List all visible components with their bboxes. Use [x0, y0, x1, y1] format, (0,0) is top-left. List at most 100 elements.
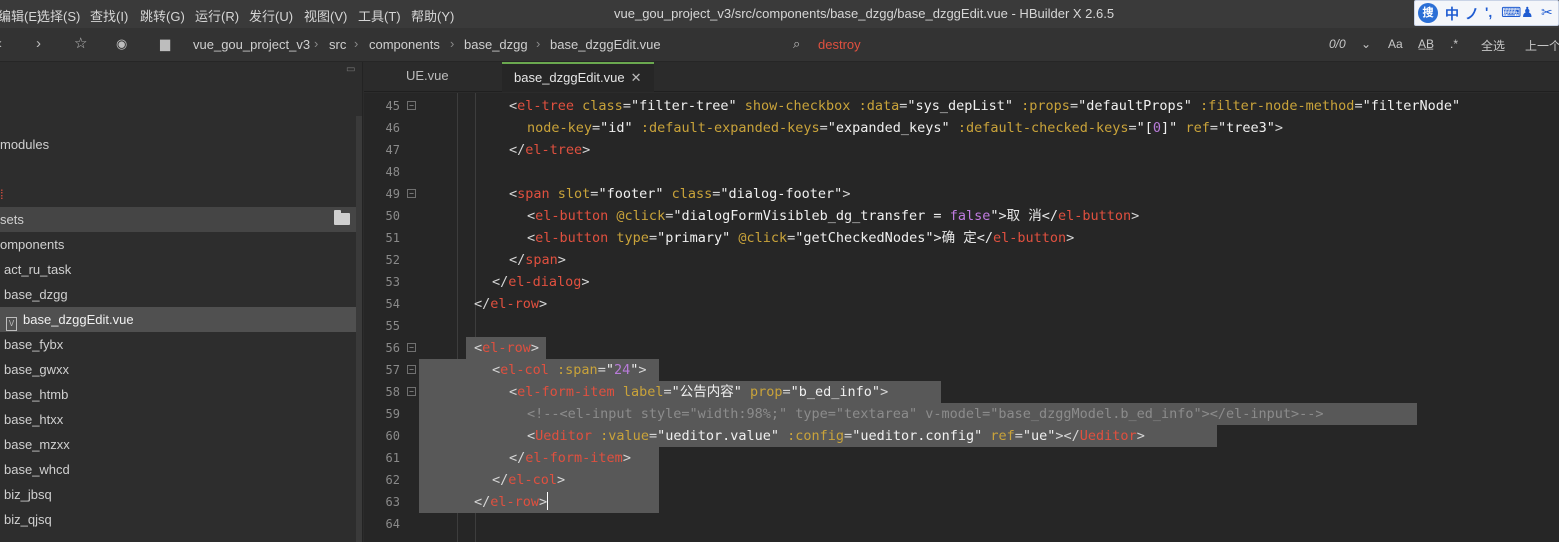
project-explorer: ▭ modules ⁞ sets omponents act_ru_task b… [0, 62, 363, 542]
ime-chinese-mode[interactable]: 中 [1445, 4, 1459, 24]
code-token: "ueditor.config" [852, 428, 983, 444]
tab-ue-vue[interactable]: UE.vue [406, 62, 449, 92]
menu-tools[interactable]: 工具(T) [358, 6, 401, 25]
code-token: = [844, 428, 853, 444]
code-line[interactable]: 62 </el-col> [364, 469, 1559, 491]
code-editor[interactable]: 45− <el-tree class="filter-tree" show-che… [364, 93, 1559, 542]
code-line[interactable]: 63 </el-row> [364, 491, 1559, 513]
ime-moon-icon[interactable]: ノ [1465, 4, 1479, 24]
menu-goto[interactable]: 跳转(G) [140, 6, 185, 25]
code-line[interactable]: 45− <el-tree class="filter-tree" show-che… [364, 95, 1559, 117]
fold-toggle-icon[interactable]: − [407, 365, 416, 374]
breadcrumb-separator-icon: › [536, 36, 541, 51]
run-icon[interactable]: ◉ [116, 36, 127, 52]
menu-publish[interactable]: 发行(U) [249, 6, 293, 25]
code-token: :default-checked-keys [949, 120, 1129, 136]
code-line[interactable]: 57− <el-col :span="24"> [364, 359, 1559, 381]
breadcrumb-components[interactable]: components [369, 37, 440, 52]
ime-toolbar[interactable]: 搜 中 ノ ', ⌨ ♟ ✂ [1414, 0, 1559, 26]
tree-item-base-mzxx[interactable]: base_mzxx [0, 432, 356, 457]
line-number: 53 [385, 275, 400, 289]
menu-edit[interactable]: 编辑(E) [0, 6, 41, 25]
code-line[interactable]: 47 </el-tree> [364, 139, 1559, 161]
close-icon[interactable]: ✕ [631, 70, 642, 85]
code-text: </el-col> [492, 469, 566, 491]
breadcrumb-base-dzgg[interactable]: base_dzgg [464, 37, 528, 52]
ime-tool-icon[interactable]: ✂ [1541, 4, 1553, 21]
code-line[interactable]: 54 </el-row> [364, 293, 1559, 315]
whole-word-toggle[interactable]: A̲B̲ [1418, 37, 1434, 51]
select-all-button[interactable]: 全选 [1481, 37, 1505, 54]
ime-keyboard-icon[interactable]: ⌨ [1501, 4, 1521, 21]
tree-item-base-gwxx[interactable]: base_gwxx [0, 357, 356, 382]
code-token: "footer" [598, 186, 664, 202]
code-line[interactable]: 50 <el-button @click="dialogFormVisibleb_… [364, 205, 1559, 227]
code-line[interactable]: 64 [364, 513, 1559, 535]
line-number: 49 [385, 187, 400, 201]
menu-view[interactable]: 视图(V) [304, 6, 347, 25]
code-line[interactable]: 58− <el-form-item label="公告内容" prop="b_ed… [364, 381, 1559, 403]
code-line[interactable]: 56− <el-row> [364, 337, 1559, 359]
text-cursor [547, 492, 549, 510]
code-line[interactable]: 46 node-key="id" :default-expanded-keys="… [364, 117, 1559, 139]
regex-toggle[interactable]: .* [1450, 37, 1458, 51]
collapse-icon[interactable]: ▭ [346, 64, 355, 75]
code-line[interactable]: 53 </el-dialog> [364, 271, 1559, 293]
tree-item-biz-qjsq[interactable]: biz_qjsq [0, 507, 356, 532]
line-number: 50 [385, 209, 400, 223]
tree-item-label: base_dzggEdit.vue [23, 312, 134, 327]
tree-item-act-ru-task[interactable]: act_ru_task [0, 257, 356, 282]
tree-item-biz-jbsq[interactable]: biz_jbsq [0, 482, 356, 507]
back-icon[interactable]: ‹ [0, 36, 2, 52]
code-token: > [1274, 120, 1284, 136]
tree-item-modules[interactable]: modules [0, 132, 356, 157]
line-number: 48 [385, 165, 400, 179]
fold-toggle-icon[interactable]: − [407, 101, 416, 110]
tree-item-base-dzggedit-vue[interactable]: Vbase_dzggEdit.vue [0, 307, 356, 332]
code-token: "filterNode" [1362, 98, 1461, 114]
fold-toggle-icon[interactable]: − [407, 387, 416, 396]
fold-toggle-icon[interactable]: − [407, 189, 416, 198]
match-case-toggle[interactable]: Aa [1388, 37, 1403, 51]
sidebar-scrollbar[interactable] [356, 116, 362, 542]
breadcrumb-file[interactable]: base_dzggEdit.vue [550, 37, 661, 52]
breadcrumb-project[interactable]: vue_gou_project_v3 [193, 37, 310, 52]
fold-toggle-icon[interactable]: − [407, 343, 416, 352]
code-line[interactable]: 60 <Ueditor :value="ueditor.value" :confi… [364, 425, 1559, 447]
tree-item-components[interactable]: omponents [0, 232, 356, 257]
tree-item-label: base_gwxx [4, 362, 70, 377]
tree-item-assets[interactable]: sets [0, 207, 356, 232]
ime-punct-icon[interactable]: ', [1485, 4, 1492, 20]
code-line[interactable]: 61 </el-form-item> [364, 447, 1559, 469]
tab-base-dzggedit-vue[interactable]: base_dzggEdit.vue ✕ [502, 62, 654, 92]
code-line[interactable]: 48 [364, 161, 1559, 183]
code-token: "ueditor.value" [657, 428, 780, 444]
tree-item-label: base_dzgg [4, 287, 68, 302]
breadcrumb-src[interactable]: src [329, 37, 346, 52]
tree-item-marker[interactable]: ⁞ [0, 182, 356, 207]
search-input[interactable]: destroy [818, 37, 861, 52]
tree-item-base-htmb[interactable]: base_htmb [0, 382, 356, 407]
code-line[interactable]: 59 <!--<el-input style="width:98%;" type=… [364, 403, 1559, 425]
code-token: "tree3" [1217, 120, 1275, 136]
dropdown-chevron-icon[interactable]: ⌄ [1361, 37, 1371, 51]
star-icon[interactable]: ☆ [74, 36, 87, 52]
search-icon: ⌕ [793, 36, 801, 51]
ime-logo-icon[interactable]: 搜 [1418, 3, 1438, 23]
tree-item-label: omponents [0, 237, 65, 252]
code-line[interactable]: 55 [364, 315, 1559, 337]
previous-match-button[interactable]: 上一个 [1525, 37, 1559, 54]
tree-item-base-dzgg[interactable]: base_dzgg [0, 282, 356, 307]
forward-icon[interactable]: › [36, 36, 41, 52]
menu-help[interactable]: 帮助(Y) [411, 6, 454, 25]
code-line[interactable]: 51 <el-button type="primary" @click="getC… [364, 227, 1559, 249]
tree-item-base-fybx[interactable]: base_fybx [0, 332, 356, 357]
tree-item-base-whcd[interactable]: base_whcd [0, 457, 356, 482]
menu-select[interactable]: 选择(S) [37, 6, 80, 25]
code-line[interactable]: 49− <span slot="footer" class="dialog-foo… [364, 183, 1559, 205]
code-line[interactable]: 52 </span> [364, 249, 1559, 271]
menu-find[interactable]: 查找(I) [90, 6, 128, 25]
tree-item-base-htxx[interactable]: base_htxx [0, 407, 356, 432]
menu-run[interactable]: 运行(R) [195, 6, 239, 25]
ime-skin-icon[interactable]: ♟ [1521, 4, 1534, 21]
